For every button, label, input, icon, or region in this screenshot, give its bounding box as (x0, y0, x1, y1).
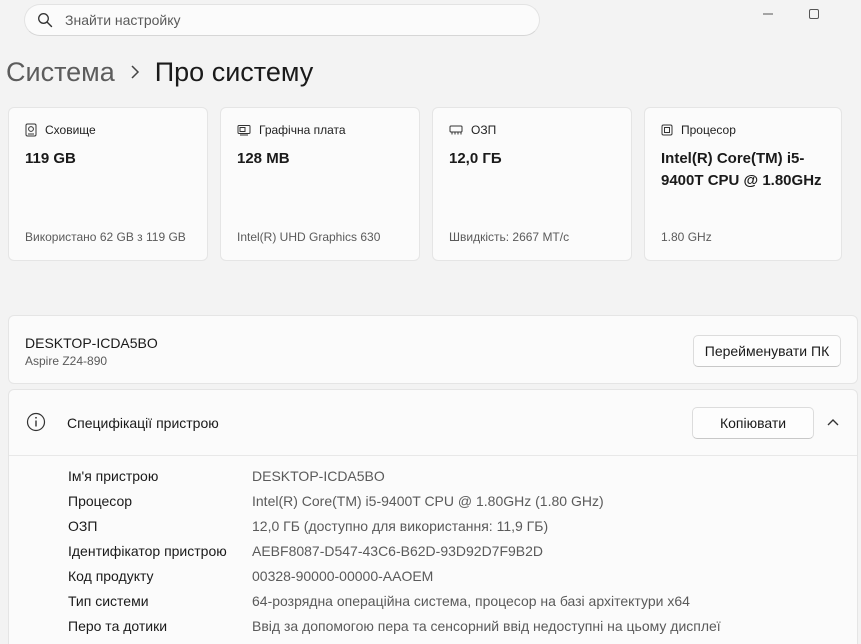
spec-value: 00328-90000-00000-AAOEM (252, 568, 434, 584)
spec-key: Ім'я пристрою (68, 468, 159, 484)
chevron-right-icon (115, 62, 155, 82)
breadcrumb-parent[interactable]: Система (6, 57, 115, 88)
card-header: ОЗП (449, 123, 496, 137)
spec-value: DESKTOP-ICDA5BO (252, 468, 385, 484)
page-title: Про систему (154, 56, 314, 87)
card-label: ОЗП (471, 123, 497, 137)
storage-card[interactable]: Сховище 119 GB Використано 62 GB з 119 G… (8, 107, 208, 261)
card-value: 128 MB (237, 150, 290, 167)
display-adapter-icon (237, 125, 251, 136)
card-label: Сховище (45, 123, 96, 137)
spec-row: Ім'я пристрою DESKTOP-ICDA5BO (9, 464, 857, 489)
spec-key: Тип системи (68, 593, 149, 609)
processor-icon (661, 124, 673, 136)
spec-key: Ідентифікатор пристрою (68, 543, 227, 559)
spec-row: Ідентифікатор пристрою AEBF8087-D547-43C… (9, 539, 857, 564)
spec-row: ОЗП 12,0 ГБ (доступно для використання: … (9, 514, 857, 539)
specs-header[interactable]: Специфікації пристрою Копіювати (9, 390, 857, 456)
specs-title: Специфікації пристрою (67, 415, 219, 431)
card-header: Процесор (661, 123, 736, 137)
minimize-icon (763, 13, 773, 15)
spec-value: 64-розрядна операційна система, процесор… (252, 593, 690, 609)
spec-row: Код продукту 00328-90000-00000-AAOEM (9, 564, 857, 589)
card-header: Сховище (25, 123, 96, 137)
spec-key: ОЗП (68, 518, 98, 534)
copy-button[interactable]: Копіювати (692, 407, 814, 439)
spec-value: Intel(R) Core(TM) i5-9400T CPU @ 1.80GHz… (252, 493, 604, 509)
spec-key: Перо та дотики (68, 618, 168, 634)
card-label: Графічна плата (259, 123, 346, 137)
card-value: 119 GB (25, 150, 76, 167)
ram-card[interactable]: ОЗП 12,0 ГБ Швидкість: 2667 МТ/с (432, 107, 632, 261)
card-subtext: Швидкість: 2667 МТ/с (449, 230, 570, 244)
device-name: DESKTOP-ICDA5BO (25, 335, 158, 351)
search-input[interactable] (65, 12, 539, 28)
rename-pc-button[interactable]: Перейменувати ПК (693, 335, 841, 367)
spec-value: AEBF8087-D547-43C6-B62D-93D92D7F9B2D (252, 543, 544, 559)
settings-window: Система Про систему Сховище 119 GB Викор… (0, 0, 861, 644)
maximize-icon (809, 9, 819, 19)
graphics-card[interactable]: Графічна плата 128 MB Intel(R) UHD Graph… (220, 107, 420, 261)
spec-row: Тип системи 64-розрядна операційна систе… (9, 589, 857, 614)
card-value: 12,0 ГБ (449, 150, 502, 167)
card-label: Процесор (681, 123, 736, 137)
card-subtext: Intel(R) UHD Graphics 630 (237, 230, 381, 244)
minimize-button[interactable] (746, 0, 790, 28)
maximize-button[interactable] (792, 0, 836, 28)
ram-icon (449, 125, 463, 135)
search-box[interactable] (24, 4, 540, 36)
specs-list: Ім'я пристрою DESKTOP-ICDA5BO Процесор I… (9, 464, 857, 639)
spec-value: Ввід за допомогою пера та сенсорний ввід… (252, 618, 721, 634)
card-value: Intel(R) Core(TM) i5-9400T CPU @ 1.80GHz (661, 150, 822, 189)
chevron-up-icon[interactable] (825, 414, 841, 430)
search-icon (38, 13, 53, 28)
card-subtext: 1.80 GHz (661, 230, 712, 244)
spec-row: Процесор Intel(R) Core(TM) i5-9400T CPU … (9, 489, 857, 514)
breadcrumb: Система Про систему (6, 52, 313, 92)
spec-row: Перо та дотики Ввід за допомогою пера та… (9, 614, 857, 639)
spec-key: Процесор (68, 493, 133, 509)
storage-icon (25, 123, 37, 137)
info-icon (26, 412, 46, 432)
device-panel: DESKTOP-ICDA5BO Aspire Z24-890 Переймену… (8, 315, 858, 384)
device-specifications: Специфікації пристрою Копіювати Ім'я при… (8, 389, 858, 644)
card-header: Графічна плата (237, 123, 346, 137)
spec-value: 12,0 ГБ (доступно для використання: 11,9… (252, 518, 549, 534)
card-subtext: Використано 62 GB з 119 GB (25, 230, 186, 244)
device-model: Aspire Z24-890 (25, 354, 108, 368)
processor-card[interactable]: Процесор Intel(R) Core(TM) i5-9400T CPU … (644, 107, 842, 261)
spec-key: Код продукту (68, 568, 154, 584)
